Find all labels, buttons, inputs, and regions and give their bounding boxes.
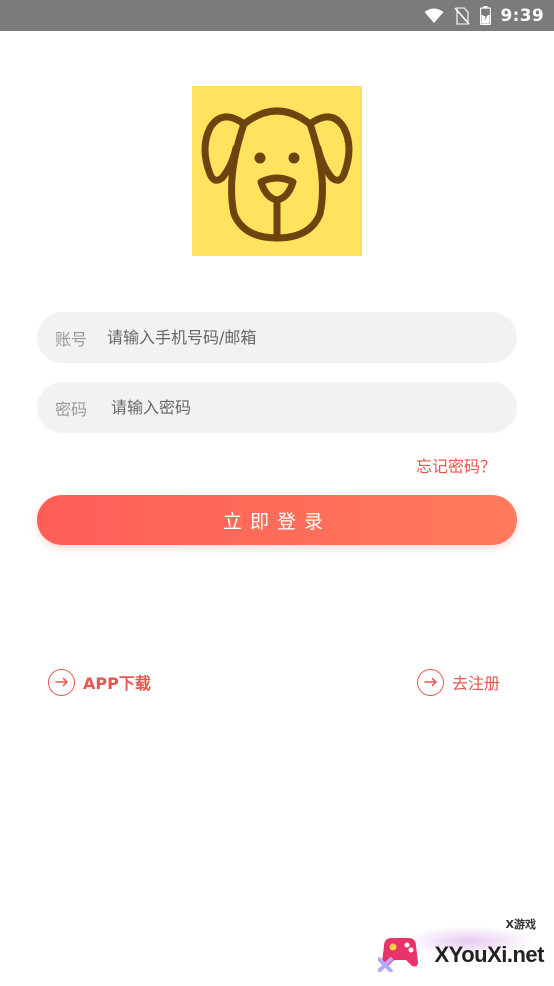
- wifi-icon: [424, 8, 444, 24]
- account-label: 账号: [55, 329, 88, 349]
- forgot-password-link[interactable]: 忘记密码？: [416, 453, 496, 477]
- password-label: 密码: [55, 399, 88, 419]
- arrow-right-circle-icon: [48, 668, 75, 696]
- account-input[interactable]: [107, 312, 497, 363]
- gamepad-logo-icon: [378, 938, 418, 972]
- app-download-link[interactable]: APP下载: [48, 668, 151, 696]
- battery-charging-icon: [479, 6, 491, 25]
- app-logo: [192, 86, 362, 256]
- site-watermark: X游戏 XYouXi.net: [378, 914, 546, 974]
- password-field: 密码: [37, 382, 517, 433]
- password-input[interactable]: [111, 382, 497, 433]
- watermark-sub: X游戏: [505, 918, 536, 931]
- status-icons: 9:39: [424, 0, 544, 31]
- no-sim-icon: [453, 6, 470, 25]
- account-field: 账号: [37, 312, 517, 363]
- arrow-right-circle-icon: [417, 668, 444, 696]
- register-link[interactable]: 去注册: [417, 668, 500, 696]
- status-bar: 9:39: [0, 0, 554, 31]
- login-button[interactable]: 立即登录: [37, 495, 517, 545]
- dog-face-icon: [201, 107, 353, 242]
- app-download-label: APP下载: [83, 674, 151, 693]
- watermark-main: XYouXi.net: [434, 942, 545, 967]
- clock-time: 9:39: [500, 5, 544, 26]
- register-label: 去注册: [452, 674, 501, 693]
- login-page: 9:39 账号 密码 忘记密码？: [0, 0, 554, 986]
